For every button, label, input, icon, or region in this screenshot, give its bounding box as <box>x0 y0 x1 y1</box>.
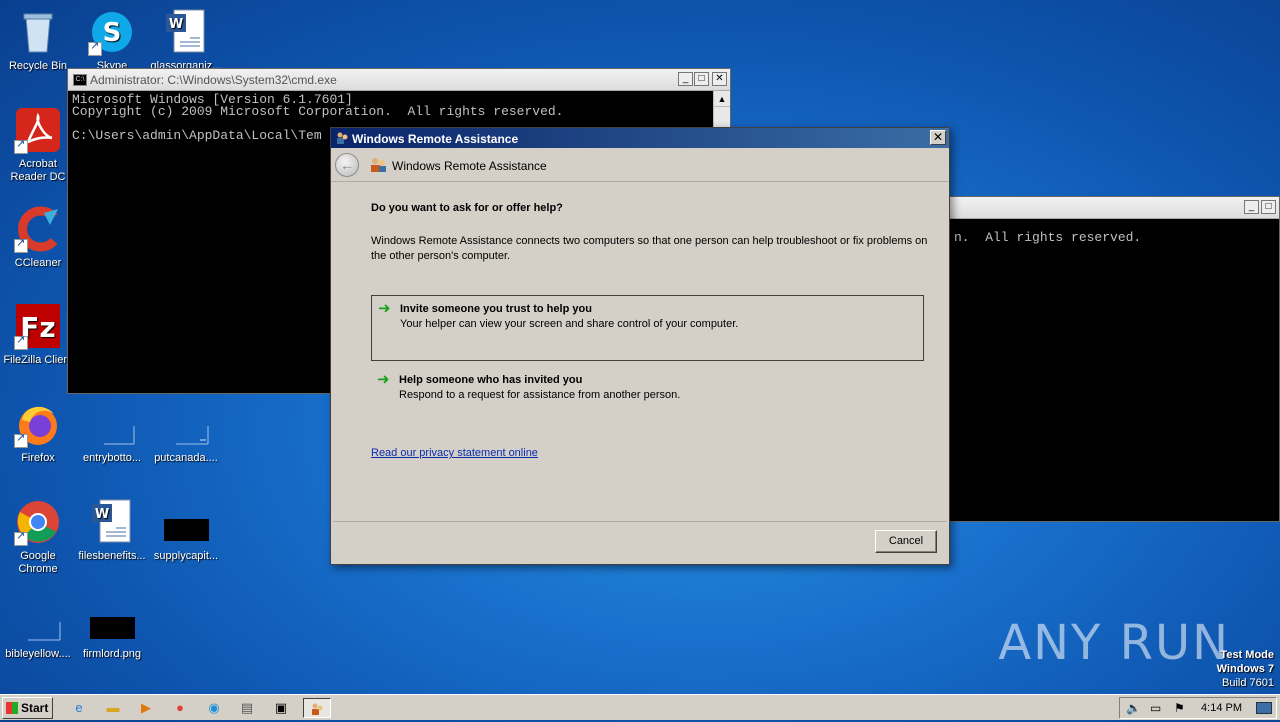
word-document-icon: W <box>162 8 210 56</box>
cmd-window-background[interactable]: _ □ n. All rights reserved. <box>920 196 1280 522</box>
dialog-header: ← Windows Remote Assistance <box>331 148 949 182</box>
option-description: Your helper can view your screen and sha… <box>400 318 739 330</box>
green-arrow-icon: ➜ <box>378 300 391 317</box>
desktop-icon-putcanada[interactable]: putcanada.... <box>148 400 224 465</box>
word-document-icon: W <box>88 498 136 546</box>
black-image-icon <box>88 596 136 644</box>
filezilla-icon: Fz <box>14 302 62 350</box>
svg-text:W: W <box>169 17 183 32</box>
system-tray: 🔈 ▭ ⚑ 4:14 PM <box>1119 697 1277 719</box>
option-title: Help someone who has invited you <box>399 374 583 386</box>
maximize-button[interactable]: □ <box>694 72 709 86</box>
cmd-icon: C:\ <box>73 74 87 86</box>
cmd-window-2-console: n. All rights reserved. <box>921 219 1279 521</box>
desktop-icon-firmlord[interactable]: firmlord.png <box>74 596 150 661</box>
blank-file-icon <box>14 596 62 644</box>
dialog-titlebar[interactable]: Windows Remote Assistance ✕ <box>331 128 949 148</box>
desktop-icon-skype[interactable]: S Skype <box>74 8 150 73</box>
invite-option[interactable]: ➜ Invite someone you trust to help you Y… <box>371 295 924 361</box>
cmd-window-2-titlebar[interactable]: _ □ <box>921 197 1279 219</box>
desktop-icon-firefox[interactable]: Firefox <box>0 400 76 465</box>
option-description: Respond to a request for assistance from… <box>399 389 681 401</box>
scroll-up-arrow-icon[interactable]: ▲ <box>714 91 730 107</box>
skype-icon: S <box>88 8 136 56</box>
minimize-button[interactable]: _ <box>678 72 693 86</box>
desktop-icon-ccleaner[interactable]: CCleaner <box>0 205 76 270</box>
internet-explorer-icon[interactable]: e <box>68 698 90 718</box>
remote-assistance-icon <box>335 131 349 145</box>
desktop-icon-supplycapit[interactable]: supplycapit... <box>148 498 224 563</box>
option-title: Invite someone you trust to help you <box>400 303 592 315</box>
desktop-icon-filezilla[interactable]: Fz FileZilla Client <box>0 302 76 367</box>
desktop-icon-filesbenefits[interactable]: W filesbenefits... <box>74 498 150 563</box>
dialog-body: Do you want to ask for or offer help? Wi… <box>333 184 947 522</box>
desktop-icon-chrome[interactable]: Google Chrome <box>0 498 76 576</box>
notepad-icon[interactable]: ▤ <box>236 698 258 718</box>
shortcut-arrow-icon <box>14 138 28 154</box>
taskbar: Start e ▬ ▶ ● ◉ ▤ ▣ 🔈 ▭ ⚑ 4:14 PM <box>0 694 1280 720</box>
help-someone-option[interactable]: ➜ Help someone who has invited you Respo… <box>371 367 924 433</box>
shortcut-arrow-icon <box>14 334 28 350</box>
green-arrow-icon: ➜ <box>377 371 390 388</box>
remote-assistance-taskbar-icon[interactable] <box>303 698 331 718</box>
back-arrow-icon[interactable]: ← <box>335 153 359 177</box>
shortcut-arrow-icon <box>88 40 102 56</box>
action-center-flag-icon[interactable]: ⚑ <box>1174 701 1185 715</box>
blank-file-icon <box>88 400 136 448</box>
media-player-icon[interactable]: ▶ <box>135 698 157 718</box>
minimize-button[interactable]: _ <box>1244 200 1259 214</box>
shortcut-arrow-icon <box>14 237 28 253</box>
recycle-bin-icon <box>14 8 62 56</box>
desktop-icon-recycle-bin[interactable]: Recycle Bin <box>0 8 76 73</box>
dialog-header-title: Windows Remote Assistance <box>392 159 547 173</box>
remote-assistance-header-icon <box>369 157 387 173</box>
privacy-statement-link[interactable]: Read our privacy statement online <box>371 447 538 459</box>
show-desktop-icon[interactable] <box>1256 702 1272 714</box>
cancel-button[interactable]: Cancel <box>875 530 937 553</box>
shortcut-arrow-icon <box>14 432 28 448</box>
test-mode-label: Test Mode Windows 7 Build 7601 <box>1216 649 1274 689</box>
file-explorer-icon[interactable]: ▬ <box>102 698 124 718</box>
clock[interactable]: 4:14 PM <box>1201 702 1242 714</box>
dialog-close-button[interactable]: ✕ <box>930 130 946 145</box>
firefox-icon <box>14 400 62 448</box>
start-button[interactable]: Start <box>2 697 53 719</box>
cmd-window-title: Administrator: C:\Windows\System32\cmd.e… <box>90 73 337 87</box>
cmd-taskbar-icon[interactable]: ▣ <box>270 698 292 718</box>
remote-assistance-dialog[interactable]: Windows Remote Assistance ✕ ← Windows Re… <box>330 127 950 565</box>
desktop-icon-entrybotto[interactable]: entrybotto... <box>74 400 150 465</box>
shortcut-arrow-icon <box>14 530 28 546</box>
desktop-icon-acrobat[interactable]: Acrobat Reader DC <box>0 106 76 184</box>
dialog-title: Windows Remote Assistance <box>352 132 519 146</box>
maximize-button[interactable]: □ <box>1261 200 1276 214</box>
ccleaner-icon <box>14 205 62 253</box>
network-icon[interactable]: ▭ <box>1150 701 1161 715</box>
cmd-window-titlebar[interactable]: C:\ Administrator: C:\Windows\System32\c… <box>68 69 730 91</box>
desktop-icon-glassorganiz[interactable]: W glassorganiz... <box>148 8 224 73</box>
svg-text:S: S <box>103 18 122 48</box>
desktop-icon-bibleyellow[interactable]: bibleyellow.... <box>0 596 76 661</box>
svg-text:W: W <box>95 507 109 522</box>
windows-flag-icon <box>6 702 18 714</box>
chrome-taskbar-icon[interactable]: ● <box>169 698 191 718</box>
acrobat-icon <box>14 106 62 154</box>
chrome-icon <box>14 498 62 546</box>
blank-file-icon <box>162 400 210 448</box>
dialog-description: Windows Remote Assistance connects two c… <box>371 235 928 262</box>
dialog-question: Do you want to ask for or offer help? <box>371 202 563 214</box>
edge-icon[interactable]: ◉ <box>203 698 225 718</box>
close-button[interactable]: ✕ <box>712 72 727 86</box>
volume-icon[interactable]: 🔈 <box>1126 701 1141 715</box>
anyrun-watermark: ANY RUN <box>998 615 1230 671</box>
black-image-icon <box>162 498 210 546</box>
